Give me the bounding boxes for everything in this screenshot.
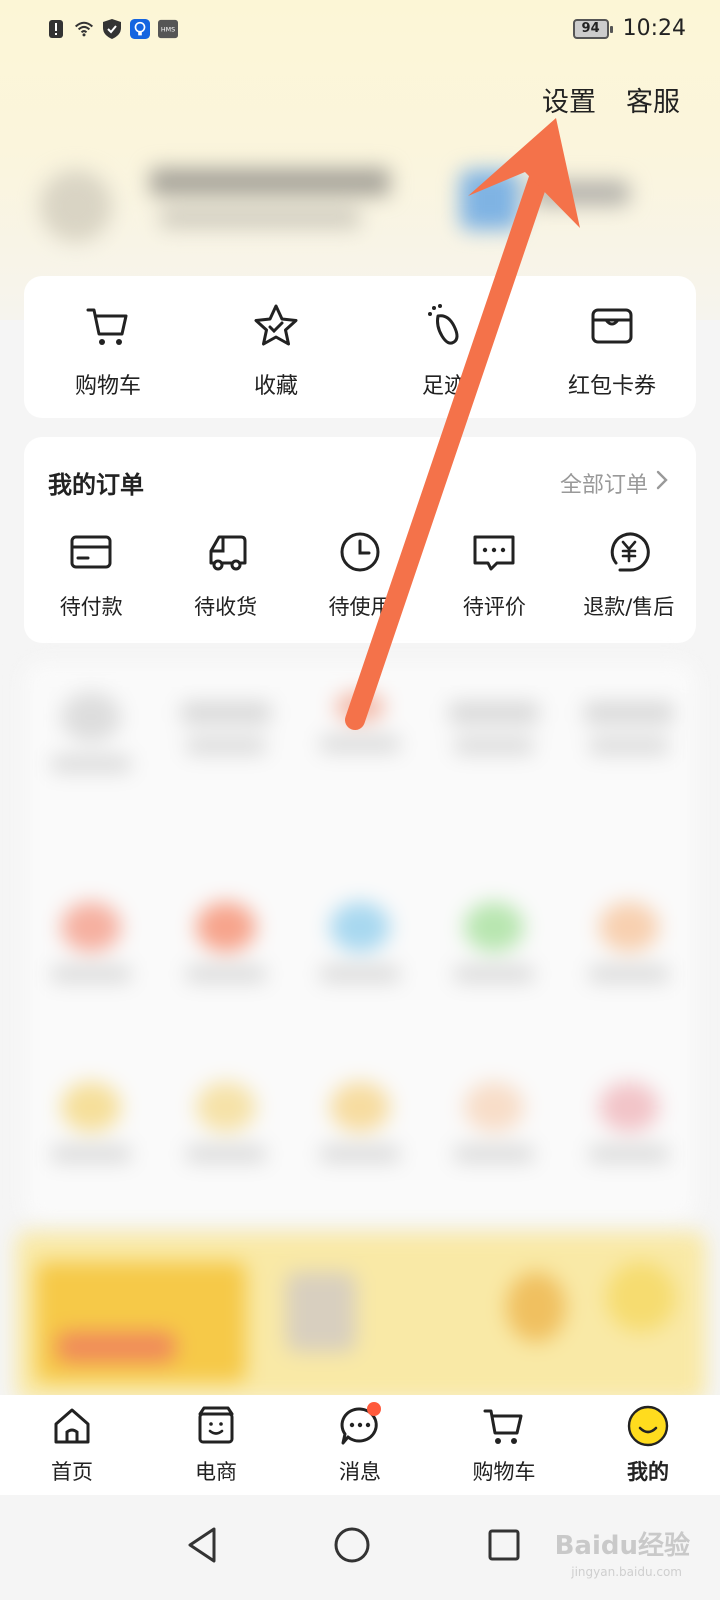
- blurred-services: [24, 662, 696, 1222]
- notification-dot: [367, 1402, 381, 1416]
- all-orders-link[interactable]: 全部订单: [560, 467, 668, 499]
- orders-title: 我的订单: [48, 471, 144, 499]
- recents-icon[interactable]: [482, 1523, 526, 1567]
- clock-icon: [337, 529, 383, 579]
- quick-label: 购物车: [74, 374, 141, 399]
- card-icon: [68, 529, 114, 579]
- nav-label: 我的: [627, 1460, 669, 1484]
- order-pending-use[interactable]: 待使用: [295, 529, 425, 621]
- home-button-icon[interactable]: [330, 1523, 374, 1567]
- star-icon: [252, 302, 300, 354]
- order-pending-receipt[interactable]: 待收货: [161, 529, 291, 621]
- footprint-icon: [420, 302, 468, 354]
- watermark-url: jingyan.baidu.com: [571, 1565, 682, 1579]
- bulb-icon: [130, 18, 150, 40]
- profile-badge-blurred[interactable]: [460, 170, 520, 230]
- clock: 10:24: [622, 16, 686, 41]
- battery-indicator: 94: [572, 18, 613, 39]
- order-label: 待付款: [59, 595, 123, 619]
- nav-label: 电商: [195, 1460, 237, 1484]
- comment-icon: [471, 529, 517, 579]
- quick-footprint[interactable]: 足迹: [369, 302, 519, 400]
- chevron-right-icon: [656, 470, 668, 496]
- profile-badge-text-blurred: [530, 180, 630, 206]
- home-icon: [50, 1404, 94, 1452]
- promo-banner[interactable]: [16, 1232, 706, 1402]
- shield-icon: [102, 18, 122, 40]
- nav-home[interactable]: 首页: [7, 1404, 137, 1486]
- refund-icon: [606, 529, 652, 579]
- nav-label: 购物车: [472, 1460, 536, 1484]
- orders-card: 我的订单 全部订单 待付款 待收货 待使用 待评价 退款/售后: [24, 437, 696, 643]
- cart-icon: [482, 1404, 526, 1452]
- nav-shop[interactable]: 电商: [151, 1404, 281, 1486]
- back-icon[interactable]: [182, 1523, 226, 1567]
- profile-name-blurred: [150, 168, 390, 196]
- quick-label: 红包卡券: [567, 374, 656, 399]
- quick-favorites[interactable]: 收藏: [201, 302, 351, 400]
- nav-label: 首页: [51, 1460, 93, 1484]
- hms-icon: HMS: [158, 18, 178, 40]
- order-label: 退款/售后: [583, 595, 675, 619]
- alert-icon: [46, 18, 66, 40]
- profile-header[interactable]: [40, 150, 680, 250]
- system-nav-bar: Baidu经验 jingyan.baidu.com: [0, 1495, 720, 1600]
- order-pending-review[interactable]: 待评价: [429, 529, 559, 621]
- status-bar: HMS 94 10:24: [0, 0, 720, 62]
- nav-cart[interactable]: 购物车: [439, 1404, 569, 1486]
- order-pending-payment[interactable]: 待付款: [26, 529, 156, 621]
- bottom-nav: 首页 电商 消息 购物车 我的: [0, 1395, 720, 1495]
- quick-label: 收藏: [253, 374, 298, 399]
- nav-label: 消息: [339, 1460, 381, 1484]
- quick-actions-card: 购物车 收藏 足迹 红包卡券: [24, 276, 696, 418]
- order-refund[interactable]: 退款/售后: [564, 529, 694, 621]
- quick-label: 足迹: [421, 374, 466, 399]
- quick-coupons[interactable]: 红包卡券: [537, 302, 687, 400]
- shop-icon: [194, 1404, 238, 1452]
- top-links: 设置 客服: [542, 80, 680, 119]
- cart-icon: [84, 302, 132, 354]
- svg-text:HMS: HMS: [161, 27, 175, 34]
- status-icons: HMS: [46, 18, 178, 40]
- customer-service-link[interactable]: 客服: [626, 80, 680, 119]
- wallet-icon: [588, 302, 636, 354]
- profile-subtitle-blurred: [160, 208, 360, 228]
- order-label: 待收货: [194, 595, 258, 619]
- wifi-icon: [74, 18, 94, 40]
- truck-icon: [203, 529, 249, 579]
- watermark-logo: Baidu经验: [554, 1531, 690, 1561]
- nav-messages[interactable]: 消息: [295, 1402, 425, 1486]
- avatar[interactable]: [40, 170, 112, 242]
- smile-icon: [626, 1404, 670, 1452]
- nav-profile[interactable]: 我的: [583, 1404, 713, 1486]
- settings-link[interactable]: 设置: [542, 80, 596, 119]
- all-orders-label: 全部订单: [559, 473, 648, 498]
- order-label: 待评价: [462, 595, 526, 619]
- order-label: 待使用: [328, 595, 392, 619]
- quick-cart[interactable]: 购物车: [33, 302, 183, 400]
